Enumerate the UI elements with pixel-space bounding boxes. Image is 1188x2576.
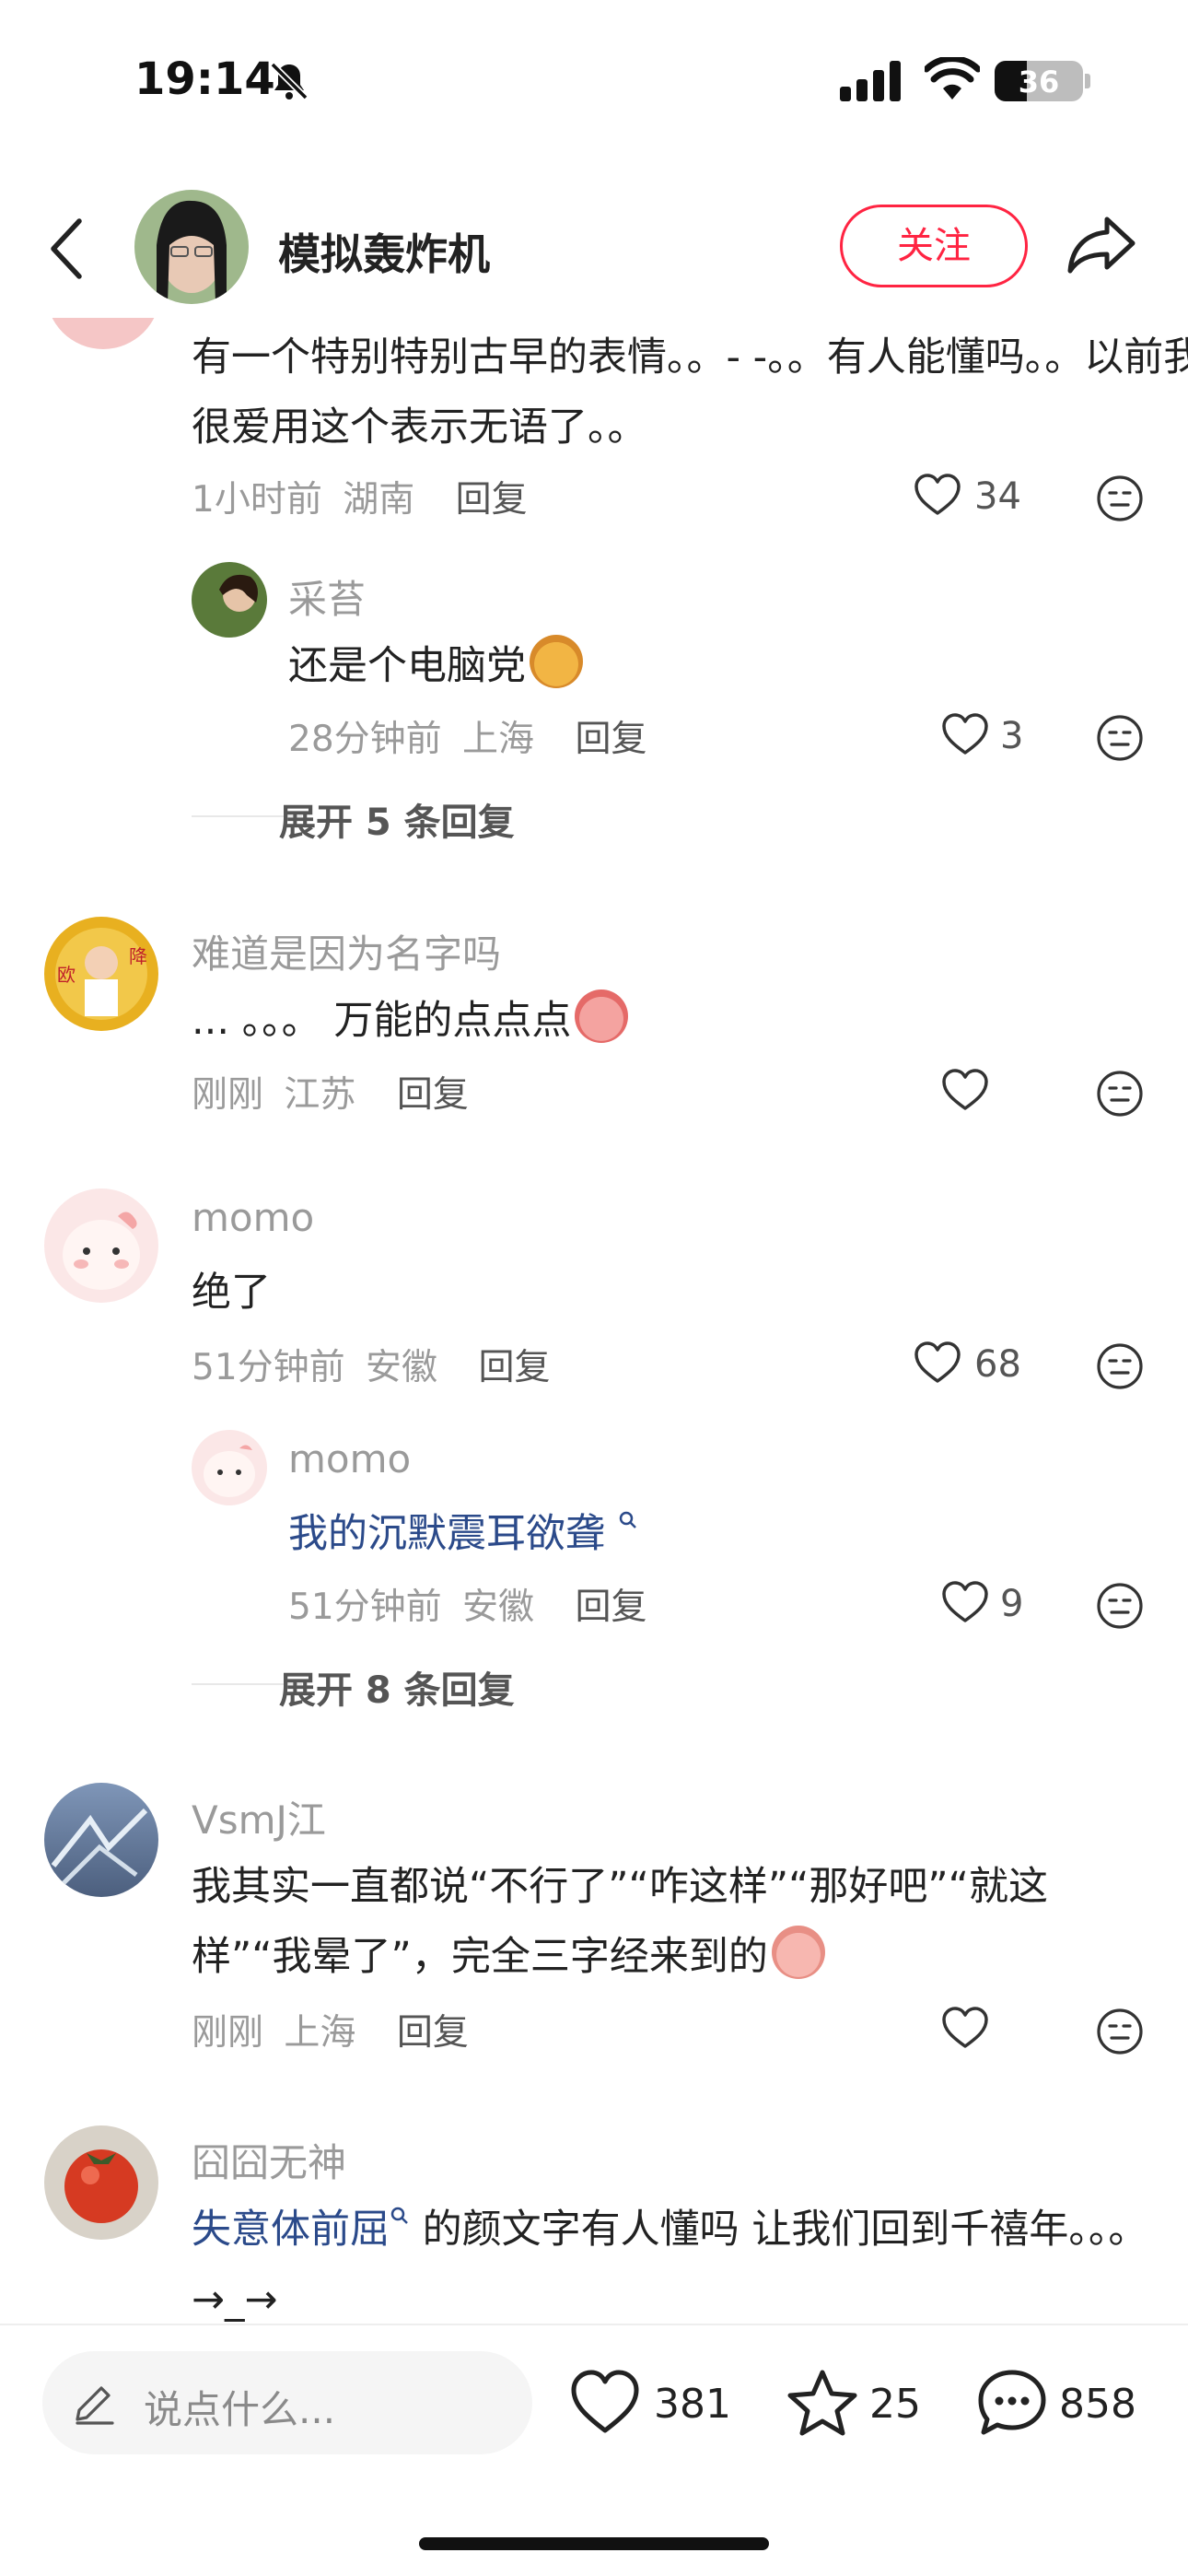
emoji-face-icon[interactable] xyxy=(1096,474,1144,522)
star-icon[interactable] xyxy=(786,2368,858,2436)
author-avatar[interactable] xyxy=(134,190,249,304)
sticker-emoji-icon xyxy=(771,1926,825,1979)
comment-text: 失意体前屈 的颜文字有人懂吗 让我们回到千禧年。。。 →_→ xyxy=(192,2207,1148,2322)
search-link[interactable]: 我的沉默震耳欲聋 xyxy=(288,1511,605,1557)
comment-location: 上海 xyxy=(284,2012,356,2054)
comment-meta: 1小时前 湖南 回复 xyxy=(192,471,528,522)
reply-avatar[interactable] xyxy=(192,562,267,638)
comment-time: 刚刚 xyxy=(192,1074,264,1116)
reply-time: 51分钟前 xyxy=(288,1587,442,1628)
home-indicator[interactable] xyxy=(419,2537,769,2550)
favorites-count: 25 xyxy=(869,2381,921,2428)
sticker-emoji-icon xyxy=(575,989,629,1043)
reply-button[interactable]: 回复 xyxy=(397,2012,469,2054)
svg-text:降: 降 xyxy=(129,945,147,967)
emoji-face-icon[interactable] xyxy=(1096,1070,1144,1118)
likes-count: 381 xyxy=(654,2381,731,2428)
heart-icon[interactable] xyxy=(914,1341,961,1385)
battery-cap xyxy=(1085,74,1090,88)
emoji-face-icon[interactable] xyxy=(1096,1582,1144,1630)
avatar[interactable] xyxy=(46,318,160,349)
heart-icon[interactable] xyxy=(941,1068,989,1112)
reply-location: 上海 xyxy=(462,719,535,760)
reply-button[interactable]: 回复 xyxy=(575,1587,646,1628)
like-count: 68 xyxy=(974,1343,1021,1386)
comment-meta: 刚刚 上海 回复 xyxy=(192,2004,469,2055)
emoji-face-icon[interactable] xyxy=(1096,714,1144,762)
heart-icon[interactable] xyxy=(569,2368,641,2436)
comment-nick[interactable]: momo xyxy=(192,1195,314,1240)
reply-time: 28分钟前 xyxy=(288,719,442,760)
heart-icon[interactable] xyxy=(941,712,989,756)
avatar[interactable] xyxy=(44,1783,158,1897)
reply-nick[interactable]: 采苔 xyxy=(288,568,366,625)
comment-text: 绝了 xyxy=(192,1270,271,1316)
svg-text:欧: 欧 xyxy=(57,964,76,986)
follow-button[interactable]: 关注 xyxy=(840,205,1028,287)
expand-replies-button[interactable]: 展开 8 条回复 xyxy=(279,1660,515,1714)
comment-input[interactable]: 说点什么... xyxy=(42,2351,532,2454)
bell-slash-icon xyxy=(270,62,309,100)
like-count: 9 xyxy=(1000,1583,1024,1625)
reply-location: 安徽 xyxy=(462,1587,535,1628)
heart-icon[interactable] xyxy=(941,2006,989,2050)
like-count: 34 xyxy=(974,475,1021,518)
like-count: 3 xyxy=(1000,715,1024,757)
expand-replies-button[interactable]: 展开 5 条回复 xyxy=(279,792,515,846)
wifi-icon xyxy=(925,57,980,100)
comment-location: 湖南 xyxy=(343,479,415,521)
comment-time: 刚刚 xyxy=(192,2012,264,2054)
reply-nick[interactable]: momo xyxy=(288,1436,411,1481)
sticker-emoji-icon xyxy=(530,635,583,688)
heart-icon[interactable] xyxy=(914,473,961,517)
avatar[interactable] xyxy=(44,1188,158,1303)
heart-icon[interactable] xyxy=(941,1580,989,1624)
comment-time: 51分钟前 xyxy=(192,1347,345,1388)
avatar[interactable] xyxy=(44,2125,158,2240)
pen-icon xyxy=(76,2386,114,2425)
reply-text: 还是个电脑党 xyxy=(288,631,1117,701)
search-icon xyxy=(390,2207,408,2224)
reply-button[interactable]: 回复 xyxy=(456,479,528,521)
comment-nick[interactable]: VsmJ江 xyxy=(192,1789,326,1845)
search-link[interactable]: 失意体前屈 xyxy=(192,2207,390,2253)
search-icon xyxy=(619,1511,636,1528)
comment-nick[interactable]: 难道是因为名字吗 xyxy=(192,923,501,979)
signal-icon xyxy=(840,61,901,101)
bottom-divider xyxy=(0,2324,1188,2325)
battery-level: 36 xyxy=(1018,64,1060,100)
reply-button[interactable]: 回复 xyxy=(575,719,646,760)
comment-location: 安徽 xyxy=(366,1347,438,1388)
comment-meta: 51分钟前 安徽 回复 xyxy=(192,1339,550,1390)
chat-bubble-icon[interactable] xyxy=(976,2368,1048,2436)
comment-meta: 刚刚 江苏 回复 xyxy=(192,1066,469,1118)
comment-location: 江苏 xyxy=(284,1074,356,1116)
comment-text: ... 。。。 万能的点点点 xyxy=(192,986,1188,1056)
comment-time: 1小时前 xyxy=(192,479,322,521)
comments-count: 858 xyxy=(1059,2381,1136,2428)
author-name[interactable]: 模拟轰炸机 xyxy=(278,221,490,282)
avatar[interactable]: 欧降 xyxy=(44,917,158,1031)
status-time: 19:14 xyxy=(134,53,275,105)
comment-text: 我其实一直都说“不行了”“咋这样”“那好吧”“就这样”“我晕了”，完全三字经来到… xyxy=(192,1864,1048,1980)
reply-meta: 28分钟前 上海 回复 xyxy=(288,710,646,762)
comment-nick[interactable]: 囧囧无神 xyxy=(192,2132,346,2188)
comment-list[interactable]: 有一个特别特别古早的表情。。- -。。有人能懂吗。。以前我很爱用这个表示无语了。… xyxy=(0,318,1188,2322)
reply-button[interactable]: 回复 xyxy=(478,1347,550,1388)
emoji-face-icon[interactable] xyxy=(1096,1342,1144,1390)
back-icon[interactable] xyxy=(48,217,85,280)
comment-text: 有一个特别特别古早的表情。。- -。。有人能懂吗。。以前我很爱用这个表示无语了。… xyxy=(192,334,1188,451)
emoji-face-icon[interactable] xyxy=(1096,2008,1144,2055)
reply-meta: 51分钟前 安徽 回复 xyxy=(288,1578,646,1630)
share-icon[interactable] xyxy=(1066,214,1136,275)
comment-input-placeholder: 说点什么... xyxy=(144,2387,336,2432)
reply-avatar[interactable] xyxy=(192,1430,267,1505)
reply-button[interactable]: 回复 xyxy=(397,1074,469,1116)
battery-icon: 36 xyxy=(995,61,1083,101)
reply-text: 我的沉默震耳欲聋 xyxy=(288,1499,1117,1569)
